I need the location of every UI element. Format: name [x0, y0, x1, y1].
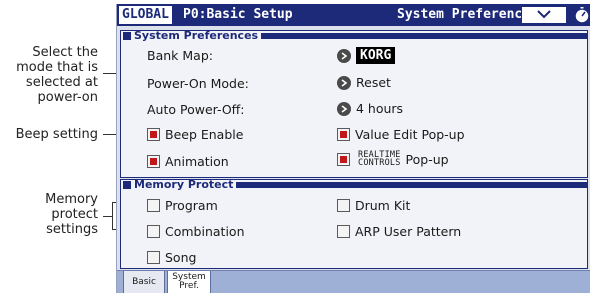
callout-text: Beep setting [15, 127, 98, 142]
bank-map-value: KORG [356, 47, 396, 64]
memory-protect-group: Memory Protect Program Drum Kit Combinat… [120, 179, 588, 269]
checkbox-box [337, 128, 350, 141]
bank-map-label: Bank Map: [147, 48, 213, 63]
page-title: P0:Basic Setup [183, 7, 293, 22]
page-menu-button[interactable] [521, 6, 567, 24]
combination-checkbox[interactable]: Combination [147, 224, 245, 239]
checkbox-box [337, 152, 350, 166]
checkbox-label: Song [165, 250, 197, 265]
checkbox-label: ARP User Pattern [355, 224, 462, 239]
title-bar: GLOBAL P0:Basic Setup System Preferences [117, 4, 590, 26]
callout-memory-protect: Memory protect settings [0, 192, 98, 237]
checkbox-box [147, 225, 160, 238]
group-header: System Preferences [121, 29, 587, 42]
checkbox-label: Drum Kit [355, 198, 411, 213]
popup-arrow-icon [337, 48, 351, 63]
callout-power-on-mode: Select the mode that is selected at powe… [0, 45, 98, 105]
realtime-controls-label: REALTIME CONTROLS [358, 150, 401, 168]
checkbox-label: Pop-up [405, 151, 449, 167]
section-title: System Preferences [397, 7, 538, 22]
checkbox-box [147, 155, 160, 168]
callout-bracket [112, 202, 113, 230]
page-tab-strip: Basic System Pref. [117, 270, 590, 293]
checkbox-label: Value Edit Pop-up [355, 127, 465, 142]
animation-checkbox[interactable]: Animation [147, 154, 229, 169]
value-edit-popup-checkbox[interactable]: Value Edit Pop-up [337, 127, 465, 142]
callout-text: mode that is [16, 60, 98, 75]
popup-arrow-icon [337, 75, 351, 90]
callout-text: settings [46, 222, 98, 237]
system-preferences-group: System Preferences Bank Map: KORG Power-… [120, 30, 588, 178]
chevron-down-icon [537, 6, 551, 24]
checkbox-box [337, 225, 350, 238]
power-on-mode-select[interactable]: Reset [337, 75, 391, 90]
mode-indicator: GLOBAL [119, 6, 172, 24]
power-on-mode-value: Reset [356, 75, 391, 90]
drum-kit-checkbox[interactable]: Drum Kit [337, 198, 410, 213]
stopwatch-icon[interactable] [573, 6, 590, 24]
power-on-mode-label: Power-On Mode: [147, 76, 249, 91]
group-header: Memory Protect [121, 178, 587, 191]
group-title: Memory Protect [134, 178, 234, 191]
popup-arrow-icon [337, 101, 351, 116]
checkbox-label: Combination [165, 224, 245, 239]
callout-text: Select the [32, 45, 98, 60]
callout-text: selected at [25, 75, 98, 90]
callout-beep-setting: Beep setting [0, 127, 98, 142]
callout-text: Memory [45, 192, 98, 207]
callout-text: protect [51, 207, 98, 222]
realtime-controls-popup-checkbox[interactable]: REALTIME CONTROLS Pop-up [337, 151, 449, 167]
group-title: System Preferences [134, 29, 259, 42]
checkbox-label: Beep Enable [165, 127, 244, 142]
song-checkbox[interactable]: Song [147, 250, 196, 265]
auto-power-off-value: 4 hours [356, 101, 404, 116]
callout-text: power-on [37, 90, 98, 105]
arp-user-pattern-checkbox[interactable]: ARP User Pattern [337, 224, 461, 239]
checkbox-box [147, 251, 160, 264]
checkbox-box [147, 128, 160, 141]
bank-map-select[interactable]: KORG [337, 47, 396, 64]
lcd-screen: GLOBAL P0:Basic Setup System Preferences… [116, 4, 590, 293]
program-checkbox[interactable]: Program [147, 198, 218, 213]
checkbox-label: Program [165, 198, 218, 213]
auto-power-off-select[interactable]: 4 hours [337, 101, 403, 116]
checkbox-label: Animation [165, 154, 229, 169]
tab-basic[interactable]: Basic [123, 271, 165, 293]
checkbox-box [337, 199, 350, 212]
beep-enable-checkbox[interactable]: Beep Enable [147, 127, 243, 142]
tab-system-pref[interactable]: System Pref. [167, 271, 211, 293]
checkbox-box [147, 199, 160, 212]
auto-power-off-label: Auto Power-Off: [147, 102, 245, 117]
